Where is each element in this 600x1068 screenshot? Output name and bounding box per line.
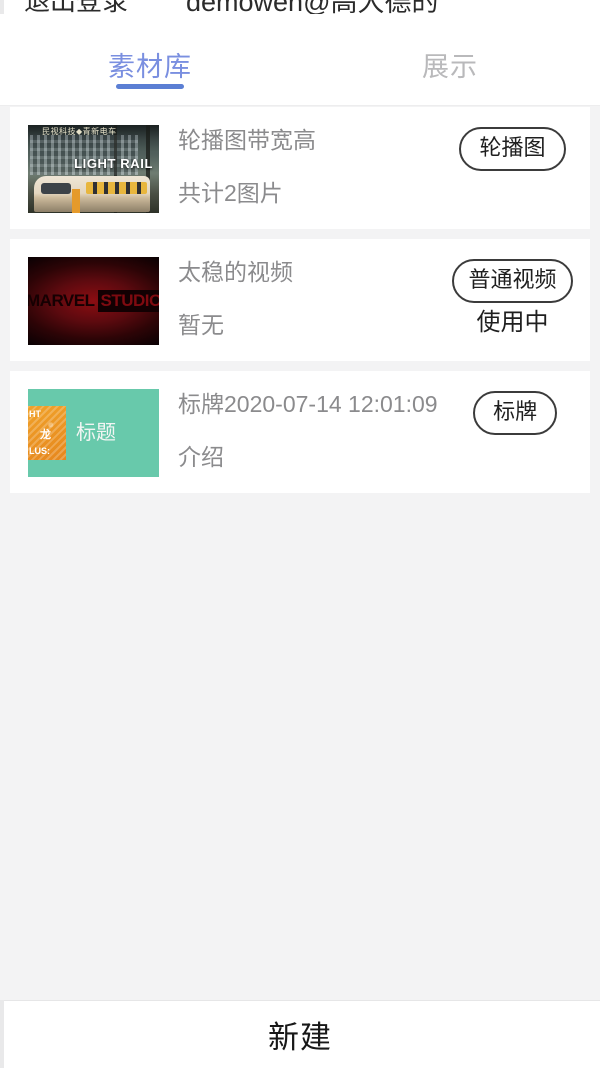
item-text-block: 轮播图带宽高 共计2图片 <box>178 125 435 213</box>
tab-display[interactable]: 展示 <box>300 14 600 105</box>
list-item[interactable]: 民视科技◆青新电车 LIGHT RAIL 轮播图带宽高 共计2图片 轮播图 <box>10 107 590 229</box>
logout-button[interactable]: 退出登录 <box>24 0 128 14</box>
status-badge: 使用中 <box>476 309 549 336</box>
list-item[interactable]: MARVEL STUDIOS 太稳的视频 暂无 普通视频 使用中 <box>10 239 590 361</box>
left-edge-strip <box>0 0 4 14</box>
item-title: 标牌2020-07-14 12:01:09 <box>178 391 438 417</box>
thumbnail-caption-b: STUDIOS <box>98 290 159 312</box>
item-thumbnail: HT 龙 LUS: 标题 <box>28 389 159 477</box>
item-title: 轮播图带宽高 <box>178 127 316 153</box>
active-tab-indicator <box>116 84 184 89</box>
account-label: demowen@高大德的 <box>186 0 438 14</box>
poster-text-mid: 龙 <box>40 429 51 441</box>
create-button[interactable]: 新建 <box>0 1000 600 1068</box>
item-text-block: 标牌2020-07-14 12:01:09 介绍 <box>178 389 438 477</box>
tab-bar: 素材库 展示 <box>0 14 600 106</box>
thumbnail-caption-top: 民视科技◆青新电车 <box>42 127 117 136</box>
poster-text-bottom: LUS: <box>29 446 50 456</box>
bottom-left-edge-strip <box>0 1000 4 1068</box>
item-meta-block: 轮播图 <box>435 125 590 171</box>
item-thumbnail: 民视科技◆青新电车 LIGHT RAIL <box>28 125 159 213</box>
type-badge[interactable]: 普通视频 <box>452 259 573 303</box>
tab-material-library[interactable]: 素材库 <box>0 14 300 105</box>
clipped-header: 退出登录 demowen@高大德的 <box>0 0 600 14</box>
item-subtitle: 共计2图片 <box>178 179 283 206</box>
poster-text-top: HT <box>29 409 41 419</box>
item-subtitle: 介绍 <box>178 443 224 470</box>
tab-material-library-label: 素材库 <box>108 52 192 82</box>
create-button-label: 新建 <box>268 1020 332 1055</box>
item-meta-block: 普通视频 使用中 <box>435 257 590 335</box>
item-thumbnail: MARVEL STUDIOS <box>28 257 159 345</box>
poster-art: HT 龙 LUS: <box>28 406 66 460</box>
type-badge[interactable]: 轮播图 <box>459 127 566 171</box>
item-subtitle: 暂无 <box>178 311 224 338</box>
item-meta-block: 标牌 <box>438 389 593 435</box>
thumbnail-caption-main: LIGHT RAIL <box>74 156 153 171</box>
list-item[interactable]: HT 龙 LUS: 标题 标牌2020-07-14 12:01:09 介绍 标牌 <box>10 371 590 493</box>
item-title: 太稳的视频 <box>178 259 293 285</box>
thumbnail-caption-main: 标题 <box>76 422 116 444</box>
item-text-block: 太稳的视频 暂无 <box>178 257 435 345</box>
thumbnail-caption-a: MARVEL <box>28 291 95 310</box>
material-list: 民视科技◆青新电车 LIGHT RAIL 轮播图带宽高 共计2图片 轮播图 MA… <box>0 107 600 503</box>
type-badge[interactable]: 标牌 <box>473 391 558 435</box>
tab-display-label: 展示 <box>422 52 478 82</box>
